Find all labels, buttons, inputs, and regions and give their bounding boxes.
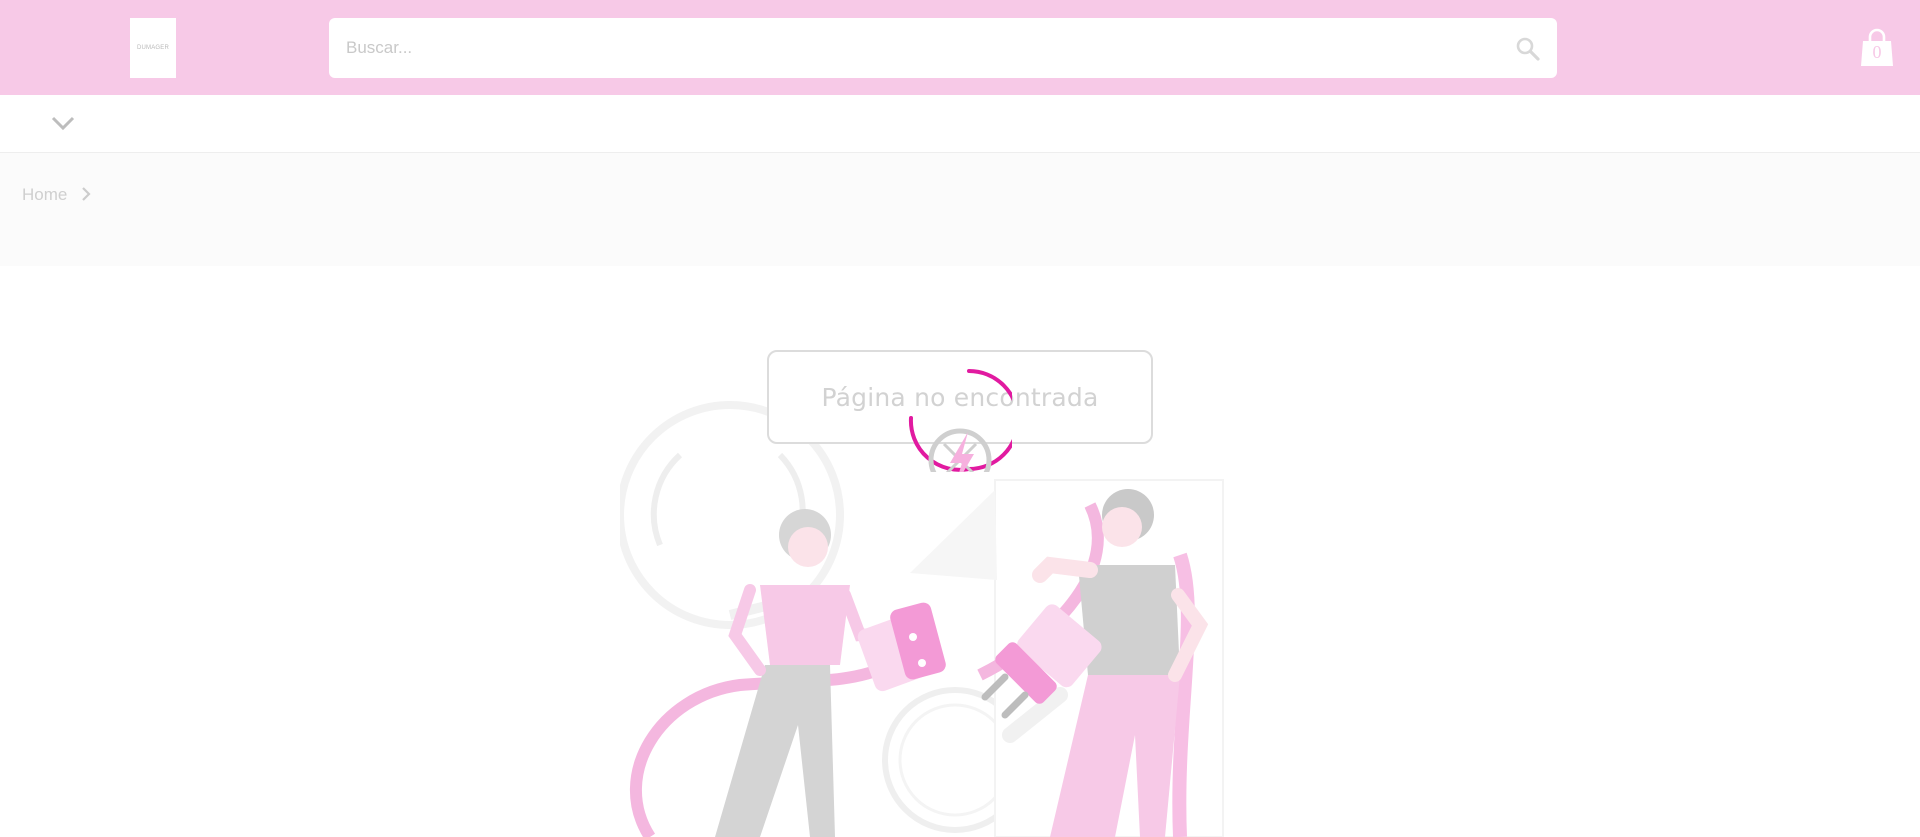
cart-button[interactable]: 0 <box>1859 28 1895 70</box>
search-icon[interactable] <box>1515 36 1541 62</box>
breadcrumb: Home <box>0 153 1920 266</box>
spinner-icon <box>908 369 1012 472</box>
breadcrumb-home-link[interactable]: Home <box>22 185 67 205</box>
chevron-down-icon[interactable] <box>50 113 76 133</box>
logo-text: DUMAGER <box>136 45 170 51</box>
search-input[interactable] <box>346 18 1486 78</box>
search-box <box>329 18 1557 78</box>
chevron-right-icon <box>82 187 91 201</box>
top-header: DUMAGER 0 <box>0 0 1920 95</box>
cart-count: 0 <box>1872 42 1882 62</box>
category-navbar <box>0 95 1920 153</box>
store-logo[interactable]: DUMAGER <box>130 18 176 78</box>
